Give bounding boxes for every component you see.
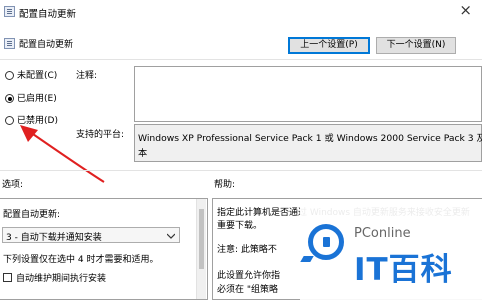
options-note: 下列设置仅在选中 4 时才需要和适用。 [3, 255, 159, 265]
radio-circle-selected[interactable] [5, 94, 14, 103]
maintenance-checkbox[interactable] [3, 273, 12, 282]
help-text-line5: 必须在 "组策略 [217, 285, 279, 295]
watermark-title: IT百科 [354, 252, 453, 288]
next-setting-button[interactable]: 下一个设置(N) [376, 37, 456, 54]
radio-circle[interactable] [5, 116, 14, 125]
comment-label: 注释: [76, 71, 98, 81]
mid-divider [0, 170, 482, 171]
window-title: 配置自动更新 [19, 9, 77, 20]
options-panel: 配置自动更新: 3 - 自动下载并通知安装 下列设置仅在选中 4 时才需要和适用… [0, 198, 208, 300]
radio-label: 已启用(E) [17, 94, 57, 104]
radio-label: 未配置(C) [17, 71, 58, 81]
setting-name: 配置自动更新 [19, 40, 74, 50]
help-label: 帮助: [214, 180, 236, 190]
options-scrollbar[interactable] [196, 199, 206, 299]
setting-icon [4, 38, 15, 49]
watermark-brand: PConline [354, 226, 411, 241]
configure-label: 配置自动更新: [3, 210, 61, 220]
help-text-line2: 重要下载。 [217, 221, 263, 231]
help-text-line4: 此设置允许你指 [217, 271, 281, 281]
header-divider [0, 59, 482, 60]
help-text-line3: 注意: 此策略不 [217, 245, 277, 255]
pconline-watermark: PConline IT百科 [300, 206, 482, 300]
comment-textarea[interactable] [134, 66, 482, 122]
pconline-logo-tail [300, 256, 314, 262]
policy-window: 配置自动更新 × 配置自动更新 上一个设置(P) 下一个设置(N) 未配置(C)… [0, 0, 482, 300]
annotation-arrow [20, 125, 105, 183]
pconline-logo-icon [308, 224, 344, 260]
configure-dropdown-value: 3 - 自动下载并通知安装 [6, 233, 102, 243]
options-label: 选项: [2, 180, 24, 190]
supported-text-line2: 本 [138, 148, 148, 159]
configure-dropdown[interactable]: 3 - 自动下载并通知安装 [2, 227, 180, 243]
chevron-down-icon [167, 233, 175, 239]
supported-platforms-box: Windows XP Professional Service Pack 1 或… [134, 124, 482, 162]
title-bar: 配置自动更新 × [0, 0, 482, 24]
supported-text-line1: Windows XP Professional Service Pack 1 或… [138, 133, 482, 144]
radio-circle[interactable] [5, 71, 14, 80]
close-icon[interactable]: × [459, 2, 472, 18]
window-icon [4, 6, 15, 17]
maintenance-checkbox-label: 自动维护期间执行安装 [16, 274, 107, 284]
scrollbar-thumb[interactable] [199, 209, 204, 269]
prev-setting-button[interactable]: 上一个设置(P) [288, 37, 370, 54]
